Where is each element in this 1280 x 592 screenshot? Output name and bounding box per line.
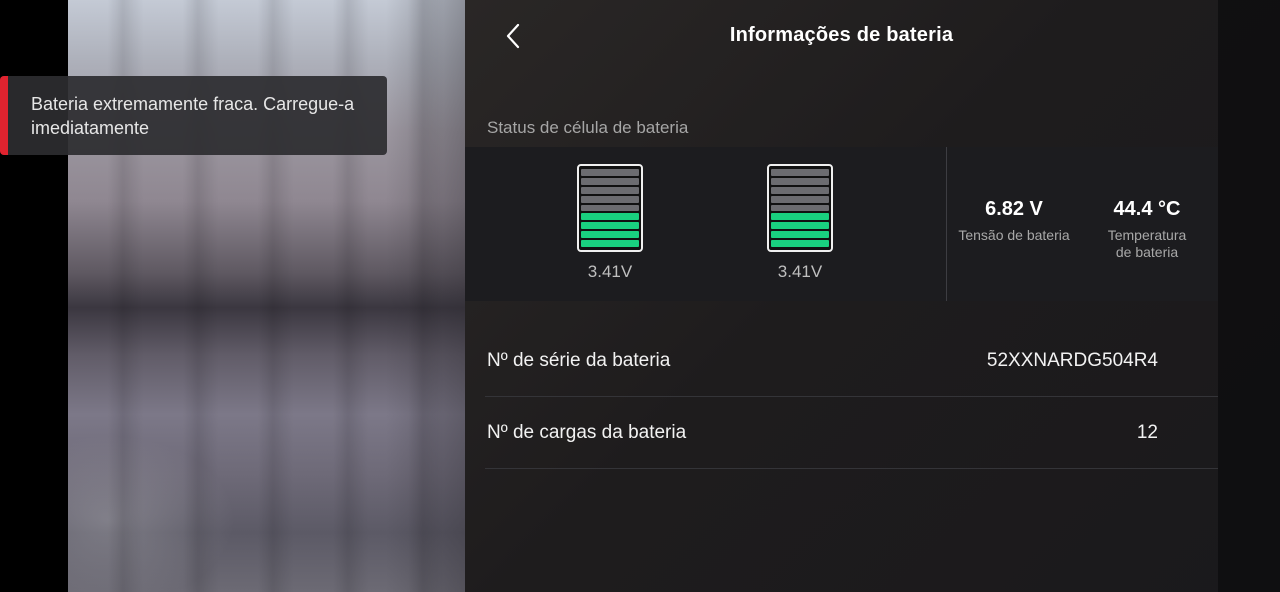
serial-number-label: Nº de série da bateria — [487, 349, 671, 371]
battery-temperature-label-line2: de bateria — [1115, 244, 1179, 260]
battery-cell-2-voltage: 3.41V — [777, 262, 823, 281]
panel-header: Informações de bateria — [465, 0, 1218, 72]
battery-voltage-metric: 6.82 V Tensão de bateria — [949, 198, 1079, 244]
battery-voltage-label: Tensão de bateria — [958, 227, 1070, 243]
cell-segment-charged — [581, 222, 639, 230]
toast-message: Bateria extremamente fraca. Carregue-a i… — [31, 93, 355, 138]
cell-segment-charged — [581, 213, 639, 221]
serial-number-row: Nº de série da bateria 52XXNARDG504R4 — [485, 325, 1218, 397]
battery-temperature-value: 44.4 °C — [1113, 198, 1181, 220]
cell-segment — [771, 186, 829, 194]
charge-cycles-value: 12 — [1136, 421, 1158, 443]
cell-segment — [581, 177, 639, 185]
cell-segment-charged — [771, 240, 829, 248]
battery-cell-1-gauge — [577, 164, 643, 252]
toast-alert-bar — [0, 76, 8, 155]
battery-cell-2-gauge — [767, 164, 833, 252]
cell-segment — [771, 204, 829, 212]
cell-segment — [581, 195, 639, 203]
cell-status-label: Status de célula de bateria — [487, 118, 689, 137]
charge-cycles-row: Nº de cargas da bateria 12 — [485, 397, 1218, 469]
battery-temperature-label-line1: Temperatura — [1107, 227, 1187, 243]
battery-temperature-label: Temperatura de bateria — [1087, 227, 1207, 261]
battery-voltage-value: 6.82 V — [985, 198, 1043, 220]
cell-segment — [581, 204, 639, 212]
battery-cell-1: 3.41V — [575, 164, 645, 282]
cell-segment — [771, 195, 829, 203]
cell-segment — [581, 169, 639, 176]
cell-segment — [771, 169, 829, 176]
cell-segment-charged — [771, 213, 829, 221]
cell-segment-charged — [771, 231, 829, 239]
low-battery-toast: Bateria extremamente fraca. Carregue-a i… — [0, 76, 387, 155]
cell-segment — [581, 186, 639, 194]
page-title: Informações de bateria — [465, 24, 1218, 47]
battery-cell-2: 3.41V — [765, 164, 835, 282]
battery-info-panel: Informações de bateria Status de célula … — [465, 0, 1280, 592]
battery-temperature-metric: 44.4 °C Temperatura de bateria — [1087, 198, 1207, 261]
battery-cell-1-voltage: 3.41V — [587, 262, 633, 281]
cell-segment-charged — [581, 231, 639, 239]
screen-bezel-right — [1218, 0, 1280, 592]
cell-segment-charged — [771, 222, 829, 230]
page-title-text: Informações de bateria — [729, 24, 954, 46]
cell-card-divider — [946, 147, 947, 301]
cell-segment-charged — [581, 240, 639, 248]
serial-number-value: 52XXNARDG504R4 — [986, 349, 1158, 371]
cell-segment — [771, 177, 829, 185]
charge-cycles-label: Nº de cargas da bateria — [487, 421, 687, 443]
